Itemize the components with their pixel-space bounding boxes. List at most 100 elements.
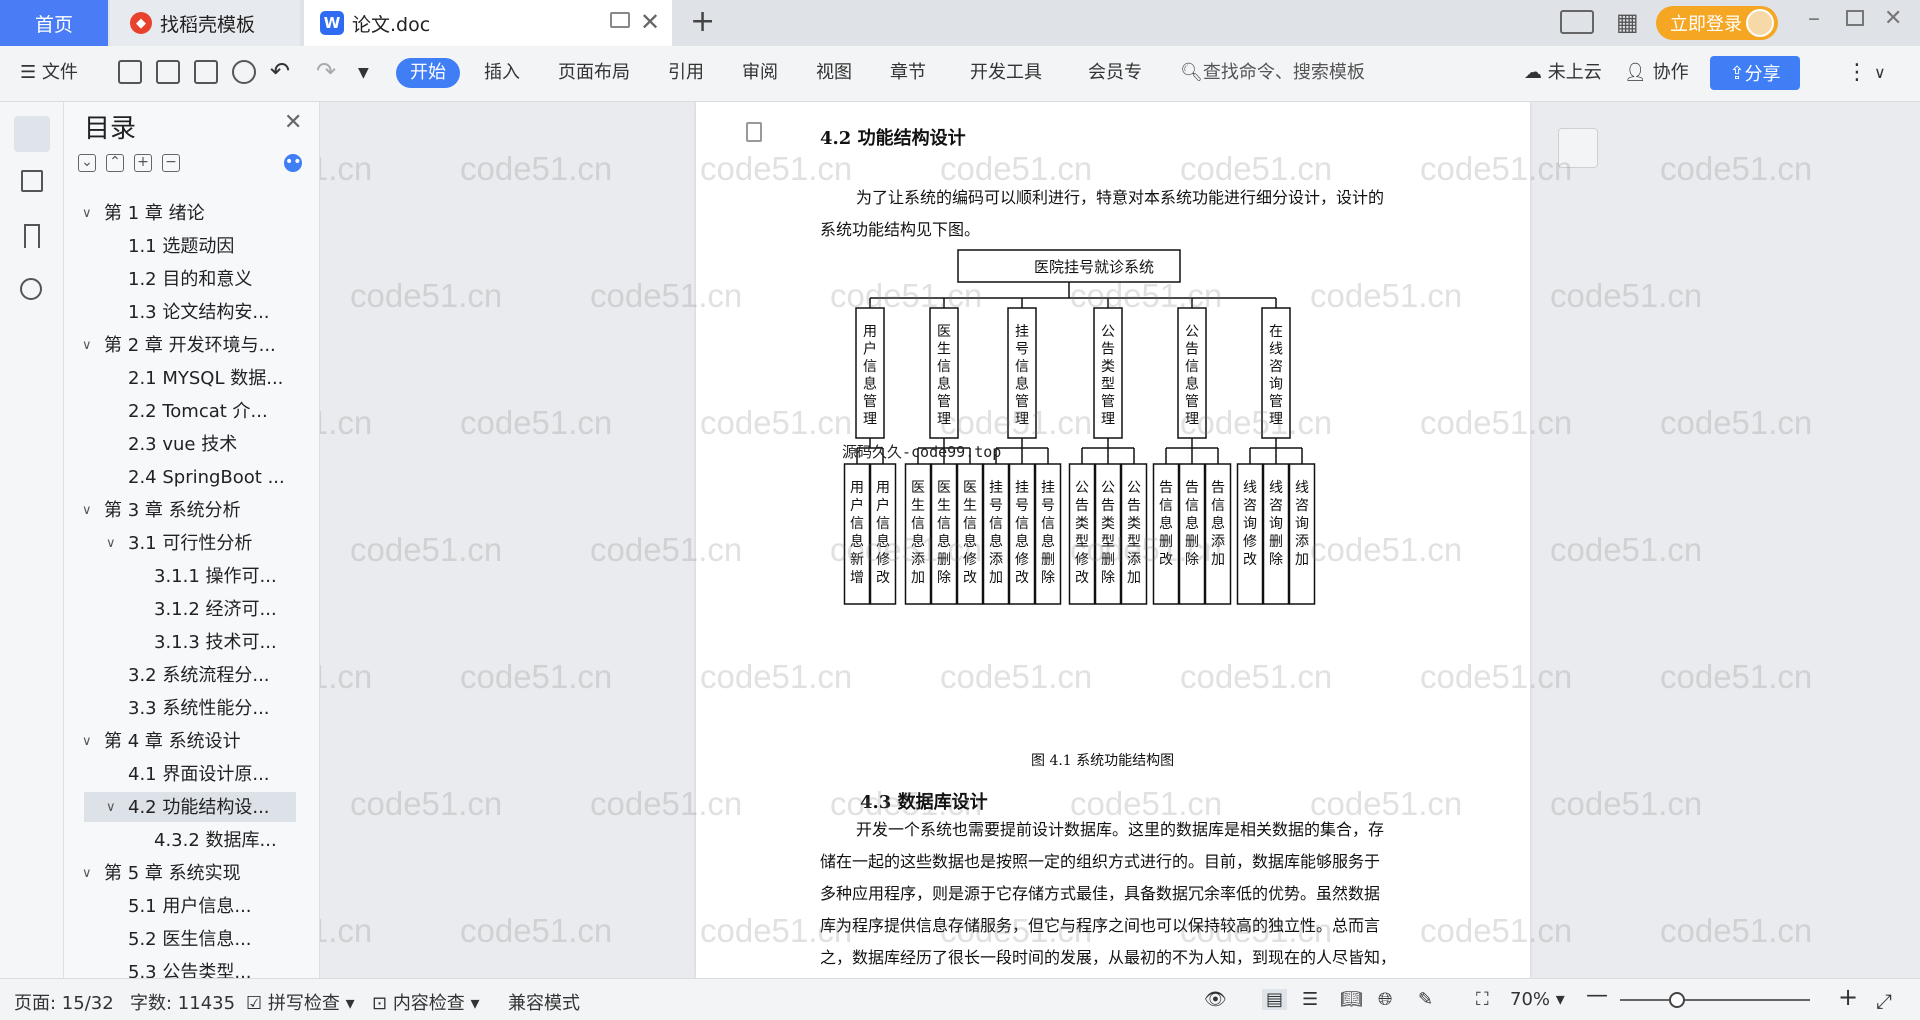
login-button[interactable]: 立即登录 — [1656, 6, 1778, 40]
diagram-module-label: 公告类型管理 — [1101, 324, 1115, 428]
minimize-icon[interactable]: – — [1808, 4, 1820, 32]
tab-home[interactable]: 首页 — [0, 0, 108, 46]
toc-expand-icon[interactable]: ∨ — [82, 206, 92, 221]
menu-insert[interactable]: 插入 — [484, 58, 520, 88]
toc-item[interactable]: 3.1 可行性分析 — [128, 528, 300, 560]
zoom-slider[interactable] — [1620, 992, 1810, 1008]
diagram-leaf-label: 告信息添加 — [1211, 480, 1225, 568]
tab-home-label: 首页 — [34, 13, 73, 36]
menu-chapter[interactable]: 章节 — [890, 58, 926, 88]
toc-item[interactable]: 3.2 系统流程分... — [128, 660, 300, 692]
search-icon[interactable] — [20, 278, 42, 300]
zoom-slider-knob[interactable] — [1669, 992, 1685, 1008]
toc-item[interactable]: 第 4 章 系统设计 — [104, 726, 300, 758]
toc-item[interactable]: 4.1 界面设计原... — [128, 759, 300, 791]
diagram-root-label: 医院挂号就诊系统 — [1034, 258, 1154, 276]
window-close-icon[interactable]: ✕ — [1884, 6, 1902, 31]
chevron-down-icon[interactable]: ▼ — [358, 58, 369, 88]
export-pdf-icon[interactable] — [156, 60, 180, 84]
toc-item[interactable]: 3.3 系统性能分... — [128, 693, 300, 725]
menu-developer[interactable]: 开发工具 — [970, 58, 1042, 88]
toc-item[interactable]: 2.2 Tomcat 介... — [128, 396, 300, 428]
toc-item[interactable]: 3.1.2 经济可... — [154, 594, 300, 626]
toc-item[interactable]: 4.3.2 数据库... — [154, 825, 300, 857]
tab-templates[interactable]: ◆ 找稻壳模板 — [110, 0, 300, 46]
content-check[interactable]: ⊡ 内容检查 ▾ — [372, 989, 480, 1015]
cloud-status[interactable]: ☁︎ 未上云 — [1524, 58, 1602, 88]
command-search[interactable]: 🔍︎查找命令、搜索模板 — [1180, 58, 1365, 88]
toc-panel-icon[interactable] — [14, 116, 50, 152]
maximize-icon[interactable] — [1846, 10, 1864, 26]
save-icon[interactable] — [118, 60, 142, 84]
collab-button[interactable]: 👤︎ 协作 — [1624, 58, 1689, 88]
float-window-icon[interactable] — [610, 12, 630, 28]
grid-apps-icon[interactable]: ▦ — [1616, 8, 1639, 36]
menu-page-layout[interactable]: 页面布局 — [558, 58, 630, 88]
outline-view-icon[interactable]: ☰ — [1302, 989, 1318, 1010]
annotate-icon[interactable]: ✎ — [1418, 989, 1433, 1010]
toc-expand-icon[interactable]: ∨ — [106, 800, 116, 815]
expand-all-icon[interactable]: ⌃ — [106, 154, 124, 172]
toc-item[interactable]: 2.3 vue 技术 — [128, 429, 300, 461]
menu-start[interactable]: 开始 — [396, 58, 460, 88]
eye-protection-icon[interactable]: 👁︎ — [1204, 989, 1227, 1010]
toc-item[interactable]: 1.2 目的和意义 — [128, 264, 300, 296]
toc-expand-icon[interactable]: ∨ — [82, 338, 92, 353]
toc-expand-icon[interactable]: ∨ — [106, 536, 116, 551]
menu-references[interactable]: 引用 — [668, 58, 704, 88]
toc-item[interactable]: 第 2 章 开发环境与... — [104, 330, 300, 362]
close-tab-icon[interactable]: ✕ — [640, 8, 660, 36]
menu-file[interactable]: ☰ 文件 — [20, 58, 78, 88]
toc-expand-icon[interactable]: ∨ — [82, 503, 92, 518]
toc-item[interactable]: 4.2 功能结构设... — [128, 792, 300, 824]
page-view-icon[interactable]: ▤ — [1262, 989, 1288, 1010]
collapse-all-icon[interactable]: ⌄ — [78, 154, 96, 172]
zoom-level[interactable]: 70% ▾ — [1510, 989, 1565, 1010]
watermark-text: code51.cn — [350, 531, 503, 568]
status-bar: 页面: 15/32 字数: 11435 ☑ 拼写检查 ▾ ⊡ 内容检查 ▾ 兼容… — [0, 978, 1920, 1020]
toc-item[interactable]: 3.1.3 技术可... — [154, 627, 300, 659]
share-button[interactable]: ⇪ 分享 — [1710, 56, 1800, 90]
toc-expand-icon[interactable]: ∨ — [82, 734, 92, 749]
zoom-out-icon[interactable]: — — [1586, 983, 1608, 1008]
fullscreen-icon[interactable]: ⤢ — [1876, 989, 1892, 1013]
toc-item[interactable]: 第 1 章 绪论 — [104, 198, 300, 230]
spell-check[interactable]: ☑ 拼写检查 ▾ — [246, 989, 355, 1015]
menu-view[interactable]: 视图 — [816, 58, 852, 88]
menu-member[interactable]: 会员专 — [1088, 58, 1142, 88]
bookmark-icon[interactable] — [24, 224, 40, 248]
menu-review[interactable]: 审阅 — [742, 58, 778, 88]
toc-item[interactable]: 2.1 MYSQL 数据... — [128, 363, 300, 395]
redo-icon[interactable]: ↷ — [316, 56, 336, 86]
document-page[interactable]: 4.2 功能结构设计 为了让系统的编码可以顺利进行，特意对本系统功能进行细分设计… — [696, 102, 1530, 978]
remove-heading-icon[interactable]: − — [162, 154, 180, 172]
toc-close-icon[interactable]: ✕ — [284, 110, 302, 135]
toc-item[interactable]: 1.3 论文结构安... — [128, 297, 300, 329]
undo-icon[interactable]: ↶ — [270, 56, 290, 86]
print-icon[interactable] — [194, 60, 218, 84]
page-indicator[interactable]: 页面: 15/32 — [14, 989, 114, 1015]
reading-view-icon[interactable]: 📖︎ — [1340, 989, 1363, 1010]
toc-item[interactable]: 3.1.1 操作可... — [154, 561, 300, 593]
toc-item[interactable]: 2.4 SpringBoot ... — [128, 462, 300, 494]
split-view-icon[interactable] — [1560, 10, 1594, 34]
fit-page-icon[interactable]: ⛶ — [1476, 989, 1489, 1010]
comment-panel-icon[interactable] — [1558, 128, 1598, 168]
new-tab-icon[interactable]: + — [690, 4, 715, 39]
zoom-in-icon[interactable]: + — [1838, 983, 1858, 1011]
toc-item[interactable]: 第 3 章 系统分析 — [104, 495, 300, 527]
toc-item[interactable]: 5.1 用户信息... — [128, 891, 300, 923]
more-icon[interactable]: ⋮ — [1846, 58, 1868, 88]
add-heading-icon[interactable]: + — [134, 154, 152, 172]
toc-item[interactable]: 5.2 医生信息... — [128, 924, 300, 956]
ai-assist-icon[interactable]: •• — [284, 154, 302, 172]
outline-panel-icon[interactable] — [21, 170, 43, 192]
print-preview-icon[interactable] — [232, 60, 256, 84]
command-search-placeholder: 查找命令、搜索模板 — [1202, 62, 1365, 83]
word-count[interactable]: 字数: 11435 — [130, 989, 235, 1015]
toc-expand-icon[interactable]: ∨ — [82, 866, 92, 881]
web-view-icon[interactable]: 🌐︎ — [1378, 989, 1392, 1010]
collapse-ribbon-icon[interactable]: ∨ — [1874, 58, 1886, 88]
toc-item[interactable]: 第 5 章 系统实现 — [104, 858, 300, 890]
toc-item[interactable]: 1.1 选题动因 — [128, 231, 300, 263]
